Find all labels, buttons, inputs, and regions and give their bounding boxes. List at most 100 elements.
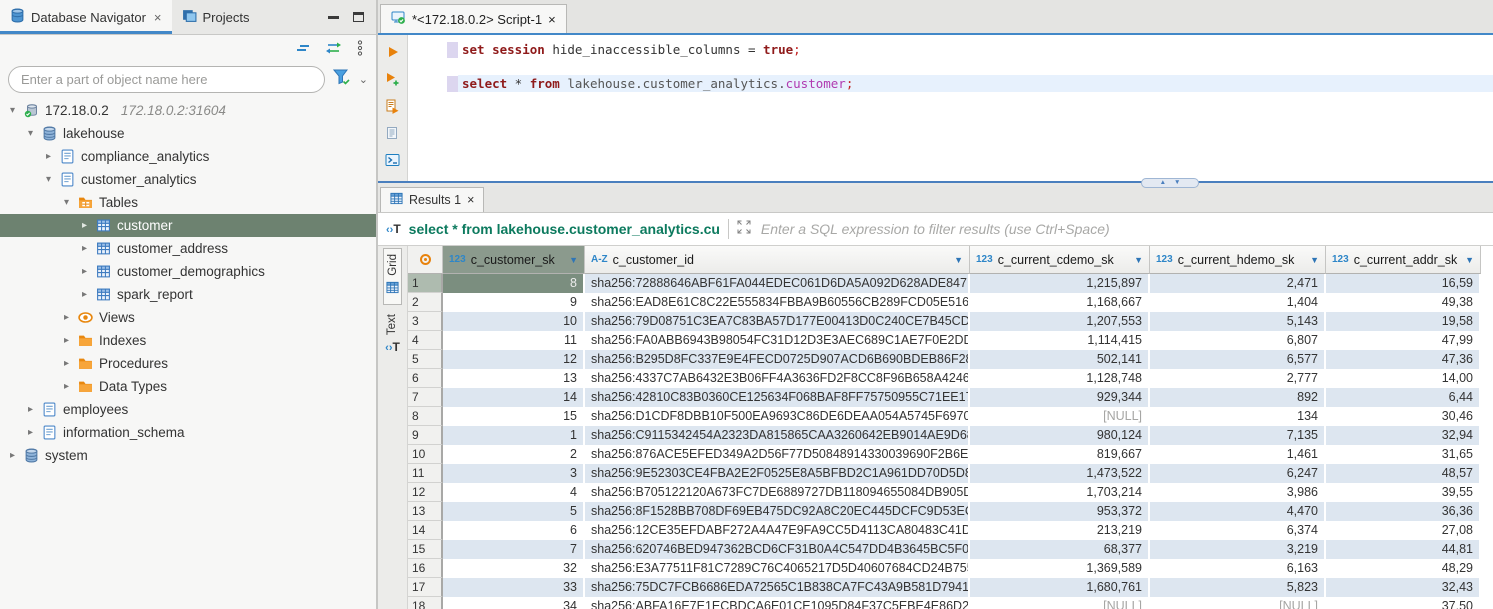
grid-cell[interactable]: 37,50 [1326, 597, 1481, 609]
column-header-c_current_cdemo_sk[interactable]: 123c_current_cdemo_sk▼ [970, 246, 1150, 274]
grid-cell[interactable]: 11 [443, 331, 585, 350]
grid-cell[interactable]: sha256:75DC7FCB6686EDA72565C1B838CA7FC43… [585, 578, 970, 597]
grid-cell[interactable]: 1,680,761 [970, 578, 1150, 597]
grid-cell[interactable]: 1,128,748 [970, 369, 1150, 388]
row-number[interactable]: 10 [408, 445, 443, 464]
grid-cell[interactable]: 6,577 [1150, 350, 1326, 369]
grid-cell[interactable]: [NULL] [970, 597, 1150, 609]
chevron-collapsed-icon[interactable]: ▸ [60, 335, 73, 346]
grid-cell[interactable]: sha256:876ACE5EFED349A2D56F77D5084891433… [585, 445, 970, 464]
row-number[interactable]: 14 [408, 521, 443, 540]
grid-cell[interactable]: [NULL] [970, 407, 1150, 426]
chevron-collapsed-icon[interactable]: ▸ [78, 243, 91, 254]
grid-cell[interactable]: 5,143 [1150, 312, 1326, 331]
grid-cell[interactable]: 134 [1150, 407, 1326, 426]
column-dropdown-icon[interactable]: ▼ [569, 255, 578, 265]
column-header-c_customer_sk[interactable]: 123c_customer_sk▼ [443, 246, 585, 274]
grid-cell[interactable]: 980,124 [970, 426, 1150, 445]
grid-cell[interactable]: 1,207,553 [970, 312, 1150, 331]
grid-cell[interactable]: 32,94 [1326, 426, 1481, 445]
grid-cell[interactable]: 6 [443, 521, 585, 540]
grid-cell[interactable]: 3,986 [1150, 483, 1326, 502]
grid-cell[interactable]: sha256:72888646ABF61FA044EDEC061D6DA5A09… [585, 274, 970, 293]
grid-cell[interactable]: 32,43 [1326, 578, 1481, 597]
grid-cell[interactable]: 14,00 [1326, 369, 1481, 388]
column-dropdown-icon[interactable]: ▼ [954, 255, 963, 265]
row-number[interactable]: 6 [408, 369, 443, 388]
grid-cell[interactable]: sha256:4337C7AB6432E3B06FF4A3636FD2F8CC8… [585, 369, 970, 388]
row-number[interactable]: 12 [408, 483, 443, 502]
grid-cell[interactable]: 7,135 [1150, 426, 1326, 445]
close-icon[interactable]: × [467, 193, 474, 207]
tree-item-data-types[interactable]: ▸Data Types [0, 375, 376, 398]
grid-cell[interactable]: 2,777 [1150, 369, 1326, 388]
code-area[interactable]: set session hide_inaccessible_columns = … [458, 35, 1493, 181]
grid-cell[interactable]: sha256:D1CDF8DBB10F500EA9693C86DE6DEAA05… [585, 407, 970, 426]
grid-cell[interactable]: 1,168,667 [970, 293, 1150, 312]
grid-cell[interactable]: sha256:79D08751C3EA7C83BA57D177E00413D0C… [585, 312, 970, 331]
grid-cell[interactable]: 6,163 [1150, 559, 1326, 578]
grid-cell[interactable]: sha256:EAD8E61C8C22E555834FBBA9B60556CB2… [585, 293, 970, 312]
collapse-down-icon[interactable]: ▼ [1174, 180, 1180, 187]
tree-item-spark-report[interactable]: ▸spark_report [0, 283, 376, 306]
execute-new-tab-icon[interactable] [385, 71, 401, 87]
grid-cell[interactable]: 502,141 [970, 350, 1150, 369]
tree-item-customer[interactable]: ▸customer [0, 214, 376, 237]
close-icon[interactable]: × [154, 10, 162, 25]
grid-cell[interactable]: sha256:B295D8FC337E9E4FECD0725D907ACD6B6… [585, 350, 970, 369]
result-grid[interactable]: 123c_customer_sk▼A-Zc_customer_id▼123c_c… [408, 246, 1493, 609]
chevron-collapsed-icon[interactable]: ▸ [60, 312, 73, 323]
column-dropdown-icon[interactable]: ▼ [1310, 255, 1319, 265]
chevron-collapsed-icon[interactable]: ▸ [78, 220, 91, 231]
code-line[interactable] [458, 58, 1493, 75]
grid-cell[interactable]: 36,36 [1326, 502, 1481, 521]
grid-cell[interactable]: 7 [443, 540, 585, 559]
execute-script-icon[interactable] [385, 98, 401, 114]
tree-item-procedures[interactable]: ▸Procedures [0, 352, 376, 375]
row-number[interactable]: 15 [408, 540, 443, 559]
select-all-corner[interactable] [408, 246, 443, 274]
grid-cell[interactable]: 9 [443, 293, 585, 312]
column-header-c_customer_id[interactable]: A-Zc_customer_id▼ [585, 246, 970, 274]
grid-cell[interactable]: 27,08 [1326, 521, 1481, 540]
grid-cell[interactable]: 4,470 [1150, 502, 1326, 521]
expand-filter-icon[interactable] [737, 220, 751, 239]
grid-cell[interactable]: [NULL] [1150, 597, 1326, 609]
tree-item-compliance-analytics[interactable]: ▸compliance_analytics [0, 145, 376, 168]
grid-cell[interactable]: 68,377 [970, 540, 1150, 559]
row-number[interactable]: 11 [408, 464, 443, 483]
chevron-expanded-icon[interactable]: ▾ [6, 105, 19, 116]
grid-cell[interactable]: sha256:E3A77511F81C7289C76C4065217D5D406… [585, 559, 970, 578]
grid-cell[interactable]: 44,81 [1326, 540, 1481, 559]
code-line[interactable]: set session hide_inaccessible_columns = … [458, 41, 1493, 58]
tree-item-system[interactable]: ▸system [0, 444, 376, 467]
grid-cell[interactable]: 10 [443, 312, 585, 331]
grid-cell[interactable]: 1 [443, 426, 585, 445]
presentation-tab-text[interactable]: Text ‹›T [383, 309, 402, 359]
object-filter-input[interactable] [8, 66, 325, 93]
minimize-icon[interactable] [328, 16, 339, 19]
grid-cell[interactable]: sha256:12CE35EFDABF272A4A47E9FA9CC5D4113… [585, 521, 970, 540]
row-number[interactable]: 17 [408, 578, 443, 597]
chevron-collapsed-icon[interactable]: ▸ [78, 266, 91, 277]
row-number[interactable]: 13 [408, 502, 443, 521]
row-number[interactable]: 1 [408, 274, 443, 293]
tab-database-navigator[interactable]: Database Navigator × [0, 0, 172, 34]
tree-item-employees[interactable]: ▸employees [0, 398, 376, 421]
grid-cell[interactable]: 1,369,589 [970, 559, 1150, 578]
chevron-collapsed-icon[interactable]: ▸ [78, 289, 91, 300]
chevron-expanded-icon[interactable]: ▾ [60, 197, 73, 208]
grid-cell[interactable]: 213,219 [970, 521, 1150, 540]
presentation-tab-grid[interactable]: Grid [383, 248, 402, 305]
row-number[interactable]: 8 [408, 407, 443, 426]
column-header-c_current_addr_sk[interactable]: 123c_current_addr_sk▼ [1326, 246, 1481, 274]
explain-plan-icon[interactable] [385, 125, 401, 141]
grid-cell[interactable]: sha256:9E52303CE4FBA2E2F0525E8A5BFBD2C1A… [585, 464, 970, 483]
grid-cell[interactable]: 16,59 [1326, 274, 1481, 293]
sash-collapse-control[interactable]: ▲ ▼ [1141, 178, 1199, 188]
grid-cell[interactable]: 8 [443, 274, 585, 293]
grid-cell[interactable]: 3,219 [1150, 540, 1326, 559]
filter-funnel-icon[interactable] [333, 69, 351, 90]
chevron-collapsed-icon[interactable]: ▸ [42, 151, 55, 162]
grid-cell[interactable]: 1,703,214 [970, 483, 1150, 502]
